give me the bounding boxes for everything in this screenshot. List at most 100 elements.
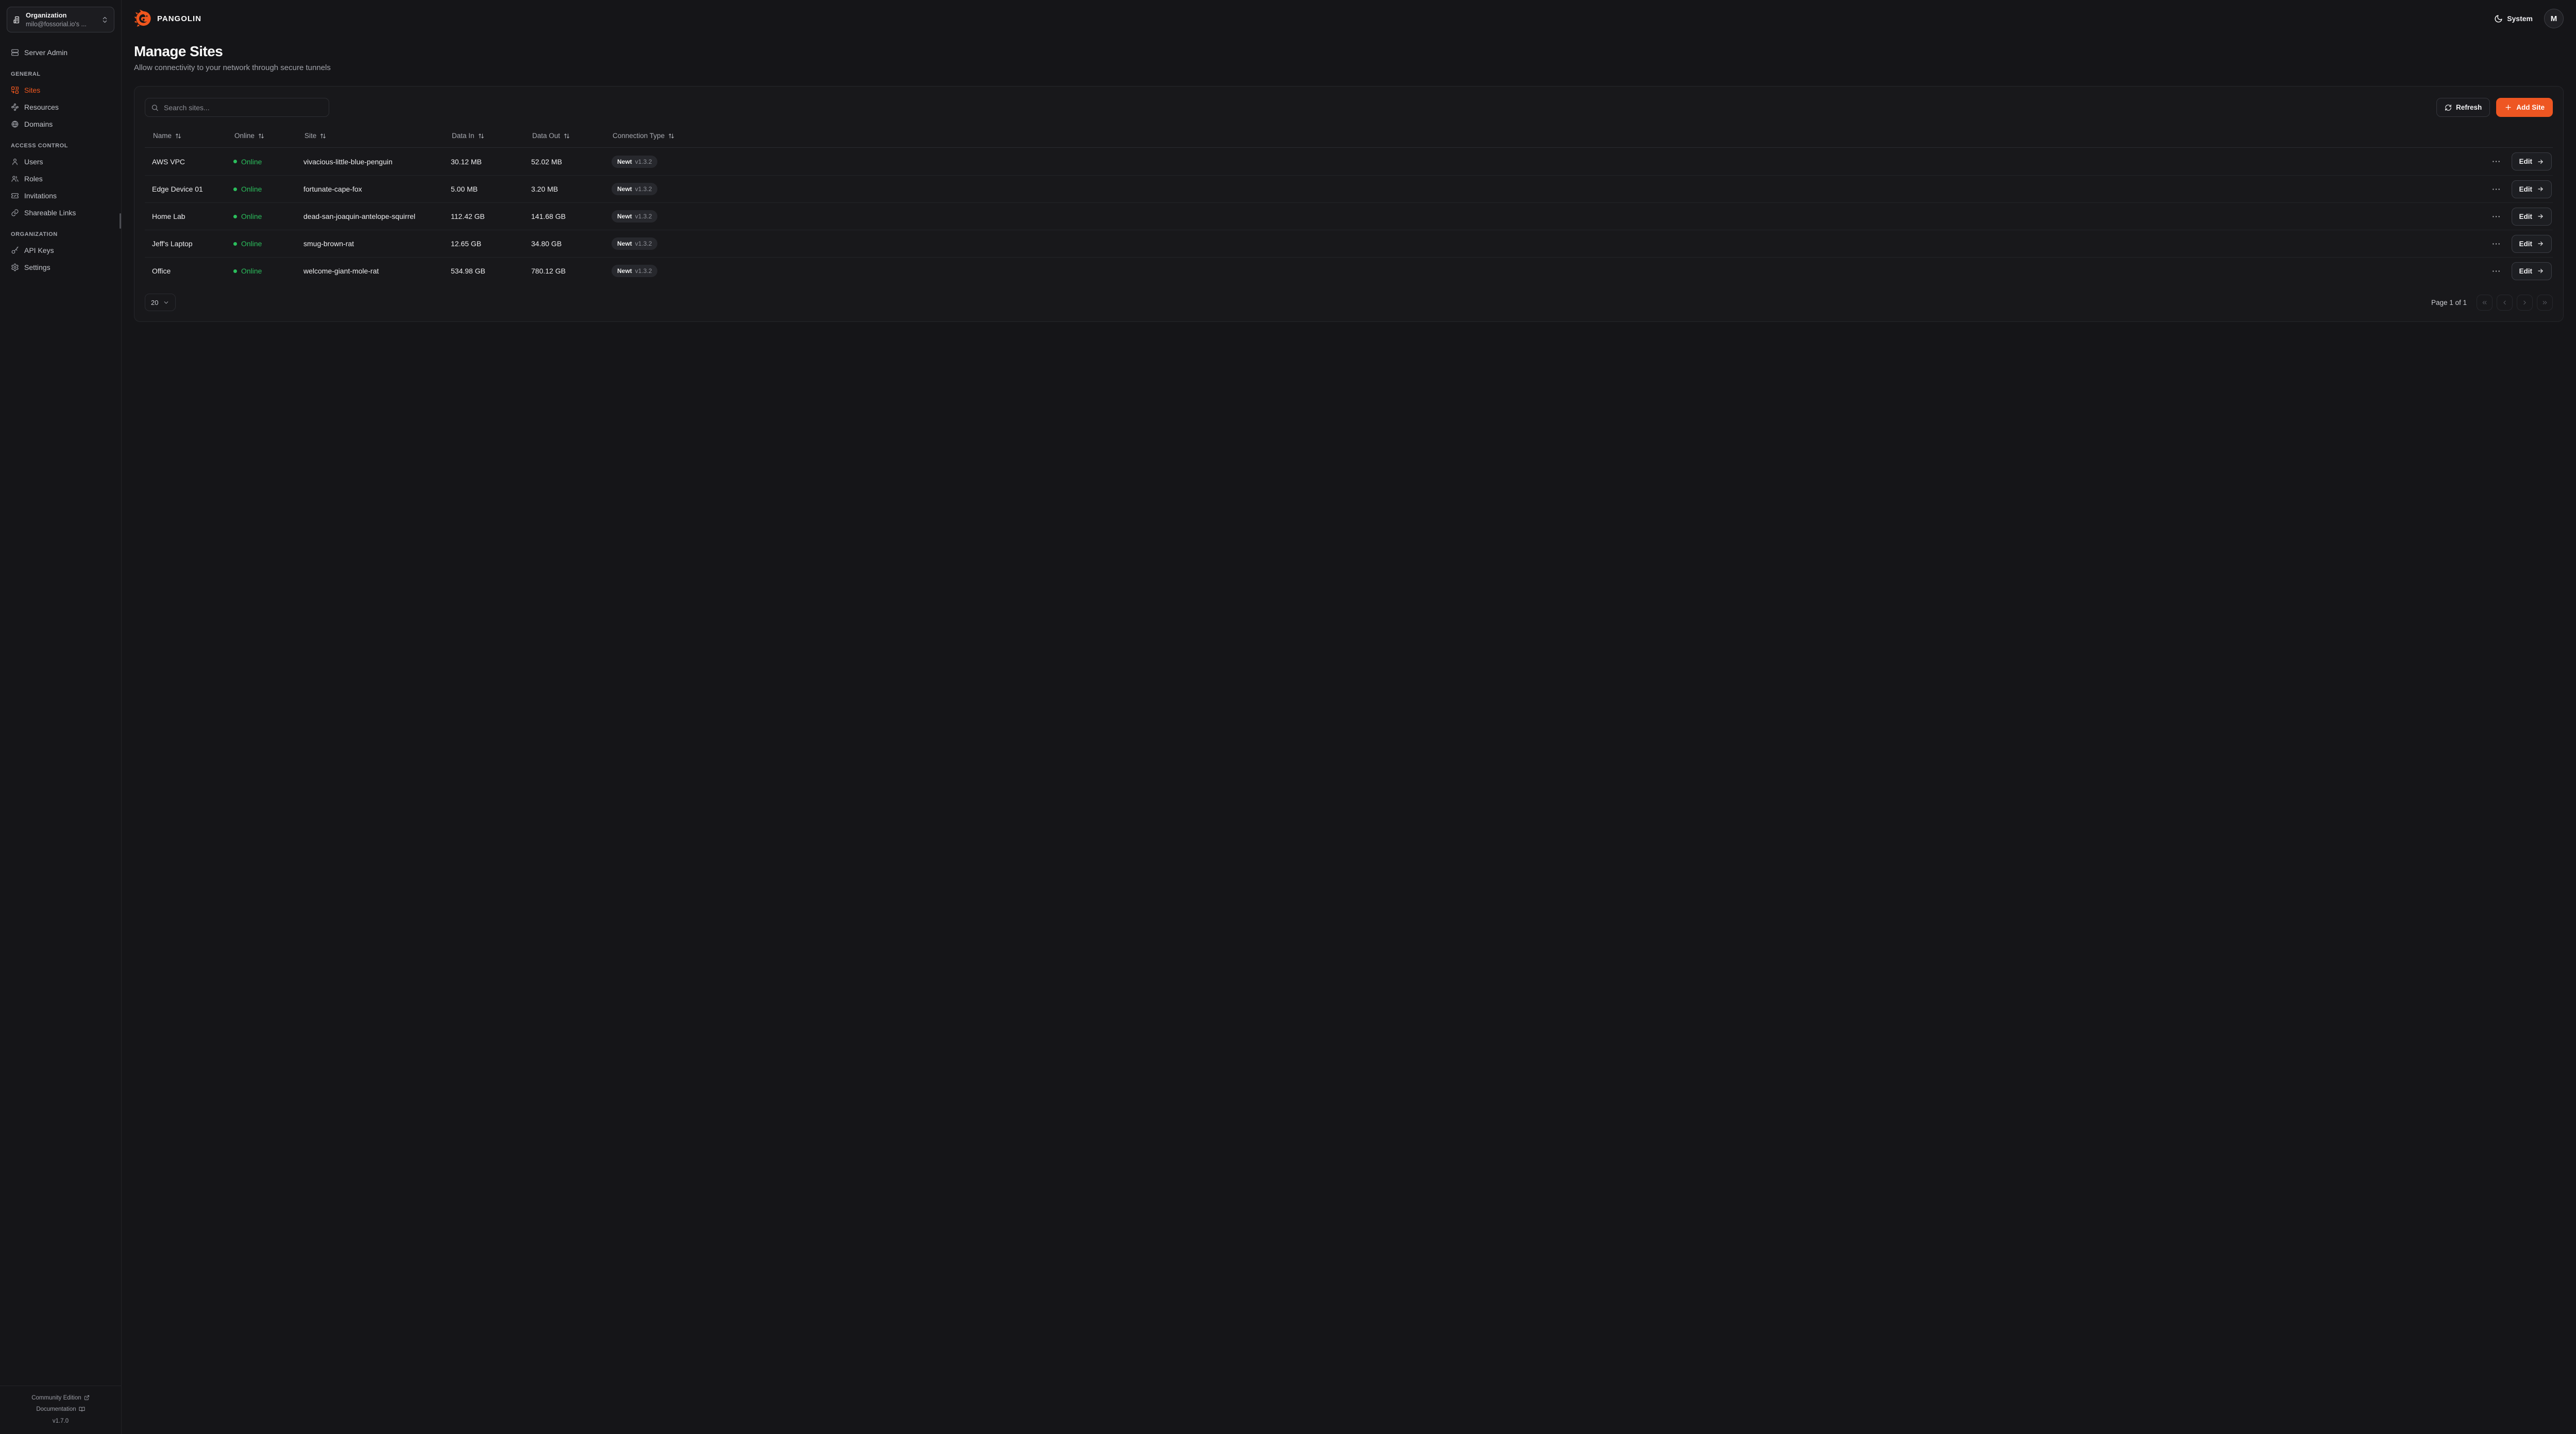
community-edition-link[interactable]: Community Edition: [4, 1392, 117, 1404]
data-in-cell: 534.98 GB: [444, 267, 524, 275]
table-body: AWS VPC Online vivacious-little-blue-pen…: [145, 148, 2553, 284]
edit-label: Edit: [2519, 185, 2533, 193]
add-site-button[interactable]: Add Site: [2496, 98, 2553, 117]
site-status-cell: Online: [226, 185, 296, 193]
site-slug-cell: smug-brown-rat: [296, 240, 444, 248]
column-header-site[interactable]: Site: [296, 132, 444, 140]
edit-site-button[interactable]: Edit: [2512, 262, 2552, 280]
data-out-cell: 52.02 MB: [524, 158, 604, 166]
prev-page-button[interactable]: [2497, 295, 2513, 311]
connection-type-cell: Newt v1.3.2: [604, 237, 700, 250]
building-icon: [12, 15, 21, 24]
org-selector-label: Organization: [26, 11, 96, 20]
sidebar-item-resources[interactable]: Resources: [6, 98, 115, 115]
edit-site-button[interactable]: Edit: [2512, 152, 2552, 170]
row-menu-button[interactable]: ⋯: [2489, 210, 2504, 223]
row-menu-button[interactable]: ⋯: [2489, 183, 2504, 196]
column-header-data-in[interactable]: Data In: [444, 132, 524, 140]
table-row: Office Online welcome-giant-mole-rat 534…: [145, 257, 2553, 284]
edit-label: Edit: [2519, 213, 2533, 220]
sidebar-footer: Community Edition Documentation v1.7.0: [0, 1386, 121, 1434]
org-selector[interactable]: Organization milo@fossorial.io's ...: [7, 7, 114, 32]
connection-type-name: Newt: [617, 185, 632, 193]
data-in-cell: 5.00 MB: [444, 185, 524, 193]
connection-type-cell: Newt v1.3.2: [604, 183, 700, 195]
sidebar-item-label: Resources: [24, 103, 59, 111]
refresh-button[interactable]: Refresh: [2436, 98, 2490, 117]
row-menu-button[interactable]: ⋯: [2489, 155, 2504, 168]
sidebar-scrollbar[interactable]: [120, 213, 121, 229]
ellipsis-icon: ⋯: [2492, 157, 2501, 166]
topbar: PANGOLIN System M: [122, 0, 2576, 37]
first-page-button[interactable]: [2477, 295, 2493, 311]
brand: PANGOLIN: [134, 9, 201, 28]
connection-type-badge: Newt v1.3.2: [612, 183, 657, 195]
sites-table: Name Online Site: [145, 124, 2553, 284]
avatar[interactable]: M: [2544, 9, 2564, 28]
connection-type-cell: Newt v1.3.2: [604, 210, 700, 223]
sidebar-item-settings[interactable]: Settings: [6, 259, 115, 276]
edit-site-button[interactable]: Edit: [2512, 235, 2552, 253]
page-title: Manage Sites: [134, 43, 2564, 60]
data-out-cell: 3.20 MB: [524, 185, 604, 193]
row-menu-button[interactable]: ⋯: [2489, 265, 2504, 278]
edit-label: Edit: [2519, 158, 2533, 165]
ellipsis-icon: ⋯: [2492, 239, 2501, 249]
page-subtitle: Allow connectivity to your network throu…: [134, 63, 2564, 72]
connection-type-name: Newt: [617, 240, 632, 247]
row-actions-cell: ⋯ Edit: [700, 152, 2553, 170]
sites-card: Refresh Add Site: [134, 86, 2564, 322]
site-slug-cell: dead-san-joaquin-antelope-squirrel: [296, 212, 444, 220]
waypoints-icon: [11, 103, 19, 111]
column-header-data-out[interactable]: Data Out: [524, 132, 604, 140]
sidebar-item-users[interactable]: Users: [6, 153, 115, 170]
edit-site-button[interactable]: Edit: [2512, 180, 2552, 198]
search-input[interactable]: [145, 98, 329, 117]
connection-type-version: v1.3.2: [635, 240, 652, 247]
sidebar-item-roles[interactable]: Roles: [6, 170, 115, 187]
site-name-cell: Edge Device 01: [145, 185, 226, 193]
ellipsis-icon: ⋯: [2492, 212, 2501, 221]
plus-icon: [2504, 104, 2512, 111]
theme-toggle[interactable]: System: [2494, 14, 2533, 23]
data-in-cell: 30.12 MB: [444, 158, 524, 166]
sidebar-item-shareable-links[interactable]: Shareable Links: [6, 204, 115, 221]
row-menu-button[interactable]: ⋯: [2489, 237, 2504, 250]
sidebar-item-server-admin[interactable]: Server Admin: [6, 44, 115, 61]
status-badge: Online: [241, 185, 262, 193]
column-header-connection-type[interactable]: Connection Type: [604, 132, 700, 140]
pager: Page 1 of 1: [2431, 295, 2553, 311]
last-page-button[interactable]: [2537, 295, 2553, 311]
sidebar-item-label: API Keys: [24, 246, 54, 254]
edit-label: Edit: [2519, 267, 2533, 275]
connection-type-cell: Newt v1.3.2: [604, 156, 700, 168]
online-status-dot: [233, 187, 237, 191]
moon-icon: [2494, 14, 2503, 23]
sidebar-item-domains[interactable]: Domains: [6, 115, 115, 132]
server-icon: [11, 48, 19, 57]
data-out-cell: 780.12 GB: [524, 267, 604, 275]
site-status-cell: Online: [226, 267, 296, 275]
sidebar-item-sites[interactable]: Sites: [6, 81, 115, 98]
page-size-select[interactable]: 20: [145, 294, 176, 311]
gear-icon: [11, 263, 19, 271]
documentation-label: Documentation: [36, 1404, 76, 1415]
table-footer: 20 Page 1 of 1: [145, 294, 2553, 311]
arrow-right-icon: [2537, 185, 2544, 193]
online-status-dot: [233, 242, 237, 246]
next-page-button[interactable]: [2517, 295, 2533, 311]
sidebar-item-api-keys[interactable]: API Keys: [6, 242, 115, 259]
ellipsis-icon: ⋯: [2492, 266, 2501, 276]
sidebar-item-invitations[interactable]: Invitations: [6, 187, 115, 204]
chevrons-up-down-icon: [101, 16, 109, 24]
external-link-icon: [84, 1395, 90, 1401]
column-header-name[interactable]: Name: [145, 132, 226, 140]
documentation-link[interactable]: Documentation: [4, 1404, 117, 1415]
page-content: Manage Sites Allow connectivity to your …: [122, 37, 2576, 334]
column-header-online[interactable]: Online: [226, 132, 296, 140]
key-icon: [11, 246, 19, 254]
chevrons-left-icon: [2481, 299, 2488, 306]
row-actions-cell: ⋯ Edit: [700, 262, 2553, 280]
edit-site-button[interactable]: Edit: [2512, 208, 2552, 226]
search-icon: [151, 104, 159, 111]
